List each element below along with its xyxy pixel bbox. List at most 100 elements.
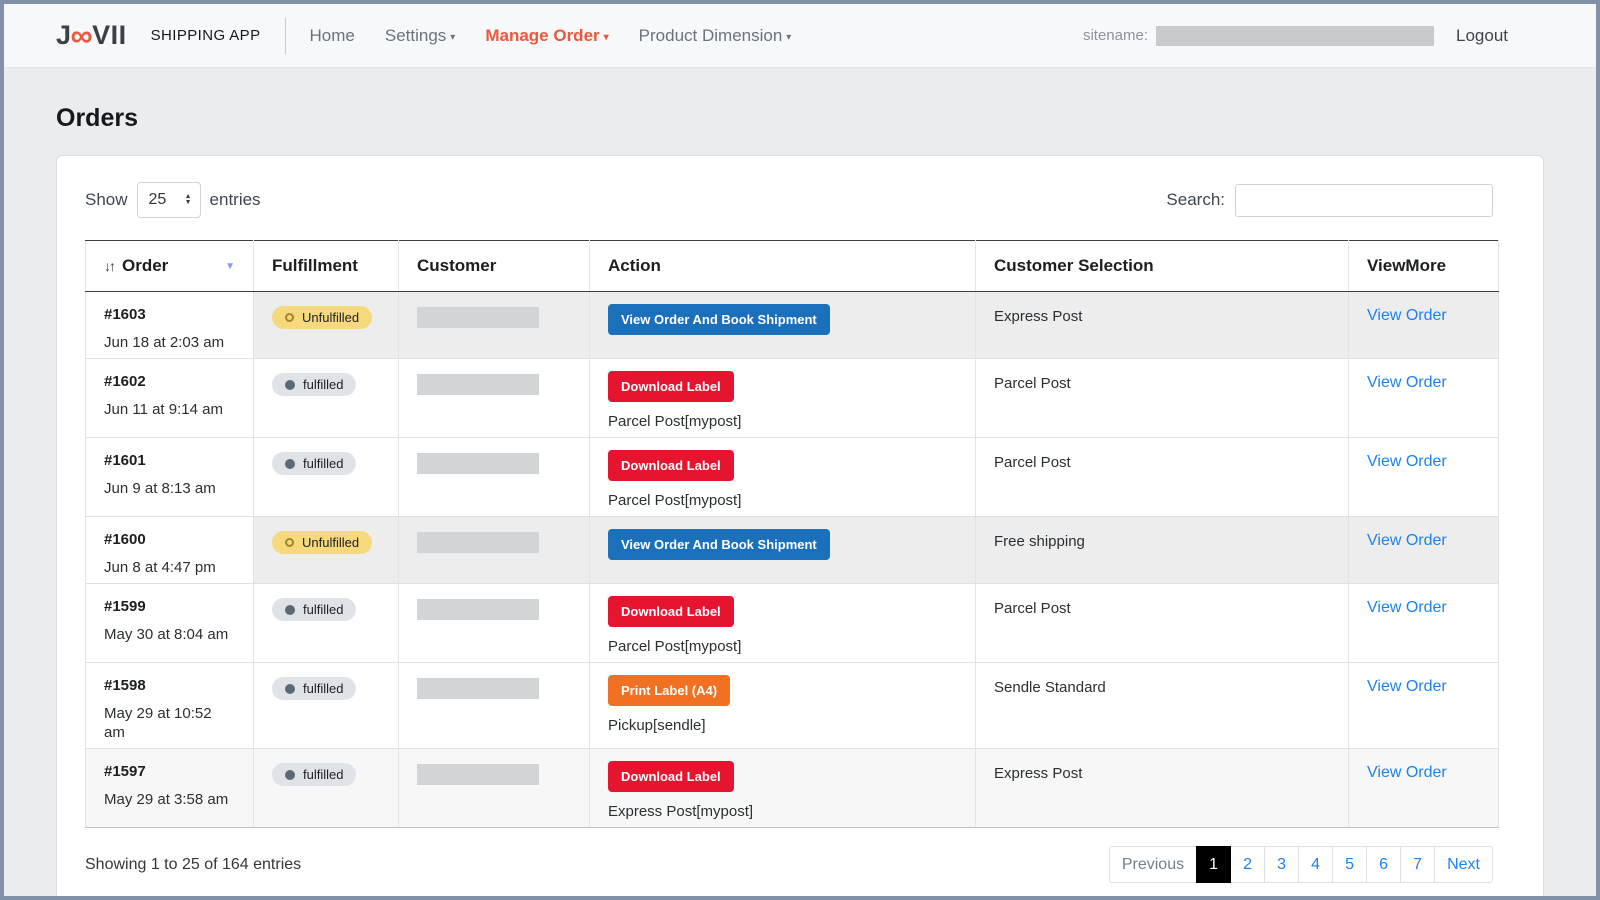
brand-logo[interactable]: J∞VII xyxy=(56,20,127,51)
customer-cell xyxy=(399,517,590,584)
order-date: May 30 at 8:04 am xyxy=(104,625,235,644)
column-label: Fulfillment xyxy=(272,256,358,275)
order-id: #1598 xyxy=(104,677,235,694)
column-header-fulfillment[interactable]: Fulfillment xyxy=(254,241,399,292)
fulfillment-status-label: Unfulfilled xyxy=(302,535,359,550)
customer-selection-cell: Parcel Post xyxy=(976,359,1349,438)
customer-redacted-value xyxy=(417,453,539,474)
search-group: Search: xyxy=(1166,184,1493,217)
viewmore-cell: View Order xyxy=(1349,359,1499,438)
column-header-viewmore[interactable]: ViewMore xyxy=(1349,241,1499,292)
column-header-action[interactable]: Action xyxy=(590,241,976,292)
table-header: ↓↑Order▼ Fulfillment Customer Action Custome… xyxy=(86,241,1499,292)
carrier-label: Pickup[sendle] xyxy=(608,716,957,735)
download-label-button[interactable]: Download Label xyxy=(608,371,734,402)
download-label-button[interactable]: Download Label xyxy=(608,596,734,627)
fulfillment-status-badge: fulfilled xyxy=(272,677,356,700)
download-label-button[interactable]: Download Label xyxy=(608,450,734,481)
view-order-link[interactable]: View Order xyxy=(1367,371,1447,392)
column-header-order[interactable]: ↓↑Order▼ xyxy=(86,241,254,292)
nav-item-manage-order[interactable]: Manage Order▾ xyxy=(485,26,608,46)
fulfillment-status-badge: fulfilled xyxy=(272,598,356,621)
fulfillment-status-badge: fulfilled xyxy=(272,452,356,475)
pagination-page-2[interactable]: 2 xyxy=(1230,846,1265,883)
view-order-and-book-shipment-button[interactable]: View Order And Book Shipment xyxy=(608,304,830,335)
top-navbar: J∞VII SHIPPING APP Home Settings▾ Manage O… xyxy=(4,4,1596,68)
view-order-link[interactable]: View Order xyxy=(1367,596,1447,617)
order-date: Jun 18 at 2:03 am xyxy=(104,333,235,352)
action-cell: Download Label Express Post[mypost] xyxy=(590,749,976,828)
fulfillment-status-badge: fulfilled xyxy=(272,763,356,786)
carrier-label: Express Post[mypost] xyxy=(608,802,957,821)
column-header-customer-selection[interactable]: Customer Selection xyxy=(976,241,1349,292)
logout-link[interactable]: Logout xyxy=(1456,26,1508,46)
order-id: #1603 xyxy=(104,306,235,323)
viewmore-cell: View Order xyxy=(1349,663,1499,749)
page-size-select[interactable]: 25 ▲▼ xyxy=(137,182,201,218)
pagination-page-7[interactable]: 7 xyxy=(1400,846,1435,883)
sort-desc-icon: ▼ xyxy=(225,261,235,272)
customer-selection-cell: Free shipping xyxy=(976,517,1349,584)
orders-card: Show 25 ▲▼ entries Search: ↓↑Order▼F xyxy=(56,155,1544,896)
brand-text-pre: J xyxy=(56,20,72,51)
status-dot-icon xyxy=(285,684,295,694)
fulfillment-cell: fulfilled xyxy=(254,438,399,517)
carrier-label: Parcel Post[mypost] xyxy=(608,412,957,431)
pagination-page-3[interactable]: 3 xyxy=(1264,846,1299,883)
view-order-link[interactable]: View Order xyxy=(1367,675,1447,696)
view-order-link[interactable]: View Order xyxy=(1367,529,1447,550)
app-label: SHIPPING APP xyxy=(151,27,261,44)
fulfillment-cell: fulfilled xyxy=(254,584,399,663)
fulfillment-status-label: fulfilled xyxy=(303,377,343,392)
nav-item-label: Manage Order xyxy=(485,26,599,45)
column-label: Action xyxy=(608,256,661,275)
status-dot-icon xyxy=(285,380,295,390)
fulfillment-status-label: fulfilled xyxy=(303,681,343,696)
fulfillment-status-label: fulfilled xyxy=(303,456,343,471)
view-order-link[interactable]: View Order xyxy=(1367,761,1447,782)
fulfillment-cell: fulfilled xyxy=(254,359,399,438)
brand-text-post: VII xyxy=(92,20,127,51)
download-label-button[interactable]: Download Label xyxy=(608,761,734,792)
pagination-page-1[interactable]: 1 xyxy=(1196,846,1231,883)
customer-cell xyxy=(399,359,590,438)
view-order-link[interactable]: View Order xyxy=(1367,450,1447,471)
page-content: Orders Show 25 ▲▼ entries Search: xyxy=(4,68,1596,896)
nav-item-product-dimension[interactable]: Product Dimension▾ xyxy=(639,26,792,46)
view-order-and-book-shipment-button[interactable]: View Order And Book Shipment xyxy=(608,529,830,560)
pagination-next-button[interactable]: Next xyxy=(1434,846,1493,883)
customer-selection-cell: Parcel Post xyxy=(976,438,1349,517)
pagination-page-5[interactable]: 5 xyxy=(1332,846,1367,883)
order-id: #1600 xyxy=(104,531,235,548)
column-label: Customer xyxy=(417,256,496,275)
print-label-button[interactable]: Print Label (A4) xyxy=(608,675,730,706)
sitename-redacted-value xyxy=(1156,26,1434,46)
pagination: Previous1234567Next xyxy=(1109,846,1493,883)
carrier-label: Parcel Post[mypost] xyxy=(608,637,957,656)
table-row: #1601Jun 9 at 8:13 amfulfilledDownload L… xyxy=(86,438,1499,517)
pagination-page-6[interactable]: 6 xyxy=(1366,846,1401,883)
order-cell: #1599May 30 at 8:04 am xyxy=(86,584,254,663)
table-row: #1600Jun 8 at 4:47 pmUnfulfilledView Ord… xyxy=(86,517,1499,584)
select-updown-icon: ▲▼ xyxy=(185,194,192,206)
nav-item-settings[interactable]: Settings▾ xyxy=(385,26,455,46)
pagination-previous-button[interactable]: Previous xyxy=(1109,846,1197,883)
entries-summary: Showing 1 to 25 of 164 entries xyxy=(85,856,301,874)
viewmore-cell: View Order xyxy=(1349,438,1499,517)
pagination-page-4[interactable]: 4 xyxy=(1298,846,1333,883)
status-dot-icon xyxy=(285,605,295,615)
search-input[interactable] xyxy=(1235,184,1493,217)
page-size-group: Show 25 ▲▼ entries xyxy=(85,182,261,218)
viewmore-cell: View Order xyxy=(1349,584,1499,663)
status-dot-icon xyxy=(285,538,294,547)
column-header-customer[interactable]: Customer xyxy=(399,241,590,292)
customer-selection-value: Parcel Post xyxy=(994,454,1071,471)
order-cell: #1602Jun 11 at 9:14 am xyxy=(86,359,254,438)
view-order-link[interactable]: View Order xyxy=(1367,304,1447,325)
nav-right: sitename: Logout xyxy=(1083,26,1508,46)
order-id: #1602 xyxy=(104,373,235,390)
order-date: May 29 at 10:52 am xyxy=(104,704,235,742)
nav-item-home[interactable]: Home xyxy=(310,26,355,46)
table-row: #1603Jun 18 at 2:03 amUnfulfilledView Or… xyxy=(86,292,1499,359)
customer-redacted-value xyxy=(417,532,539,553)
